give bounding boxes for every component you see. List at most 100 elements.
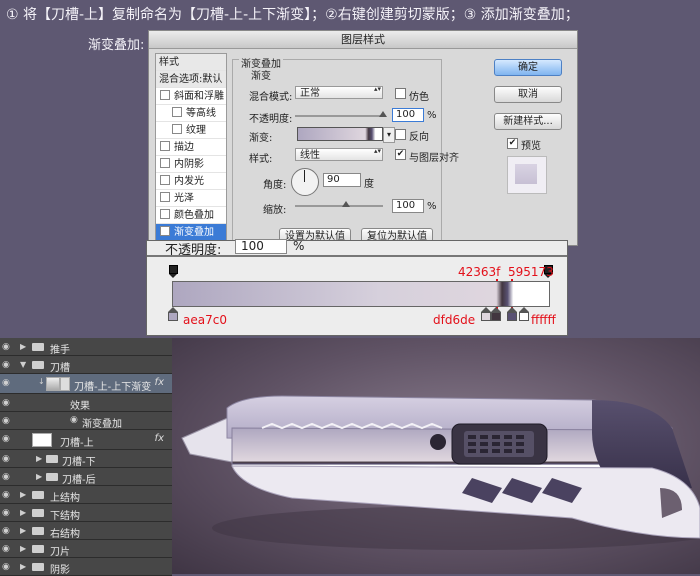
style-item-contour[interactable]: 等高线 <box>156 105 226 122</box>
blending-options-item[interactable]: 混合选项:默认 <box>156 71 226 88</box>
checkbox-icon[interactable] <box>160 141 170 151</box>
gradient-ramp[interactable] <box>172 281 550 307</box>
opacity-slider-knob[interactable] <box>379 111 387 117</box>
eye-icon[interactable]: ◉ <box>2 434 10 444</box>
style-list-header[interactable]: 样式 <box>156 54 226 71</box>
color-stop-dark1[interactable] <box>491 307 501 321</box>
checkbox-icon[interactable] <box>160 158 170 168</box>
style-item-inner-glow[interactable]: 内发光 <box>156 173 226 190</box>
layer-row[interactable]: ◉ ▶ 阴影 <box>0 558 172 576</box>
eye-icon[interactable]: ◉ <box>2 360 10 370</box>
checkbox-icon[interactable] <box>160 192 170 202</box>
checkmark-icon[interactable] <box>160 226 170 236</box>
style-preview-inner <box>515 164 537 184</box>
folder-open-icon <box>32 361 44 369</box>
effect-eye-icon[interactable]: ◉ <box>70 415 78 425</box>
ok-button[interactable]: 确定 <box>494 59 562 76</box>
layer-name: 刀槽 <box>50 363 70 374</box>
layer-name: 刀槽-后 <box>62 475 96 486</box>
chevron-right-icon[interactable]: ▶ <box>20 490 26 499</box>
reverse-checkbox[interactable] <box>395 129 406 140</box>
checkbox-icon[interactable] <box>160 90 170 100</box>
opacity-stop-left[interactable] <box>169 265 178 278</box>
canvas[interactable] <box>172 338 700 574</box>
angle-input[interactable]: 90 <box>323 173 361 187</box>
style-item-inner-shadow[interactable]: 内阴影 <box>156 156 226 173</box>
style-item-bevel[interactable]: 斜面和浮雕 <box>156 88 226 105</box>
chevron-down-icon[interactable]: ▼ <box>20 360 26 369</box>
color-stop-dark2[interactable] <box>507 307 517 321</box>
chevron-right-icon[interactable]: ▶ <box>20 526 26 535</box>
editor-opacity-input[interactable]: 100 <box>235 239 287 254</box>
new-style-button[interactable]: 新建样式... <box>494 113 562 130</box>
checkbox-icon[interactable] <box>172 124 182 134</box>
chevron-right-icon[interactable]: ▶ <box>36 472 42 481</box>
eye-icon[interactable]: ◉ <box>2 454 10 464</box>
eye-icon[interactable]: ◉ <box>2 544 10 554</box>
preview-label: 预览 <box>521 141 541 152</box>
layer-name: 效果 <box>70 401 90 412</box>
eye-icon[interactable]: ◉ <box>2 562 10 572</box>
opacity-label: 不透明度: <box>249 114 293 125</box>
chevron-right-icon[interactable]: ▶ <box>20 508 26 517</box>
color-stop-end[interactable] <box>519 307 529 321</box>
color-label-dark1: 42363f <box>458 265 501 279</box>
style-select[interactable]: 线性 <box>295 148 383 161</box>
angle-dial-needle <box>304 170 305 182</box>
layer-thumbnail <box>32 433 52 447</box>
color-stop-start[interactable] <box>168 307 178 321</box>
opacity-input[interactable]: 100 <box>392 108 424 122</box>
eye-icon[interactable]: ◉ <box>2 342 10 352</box>
eye-icon[interactable]: ◉ <box>2 508 10 518</box>
style-item-color-overlay[interactable]: 颜色叠加 <box>156 207 226 224</box>
eye-icon[interactable]: ◉ <box>2 416 10 426</box>
preview-checkmark-icon[interactable]: ✔ <box>507 138 518 149</box>
layer-row[interactable]: ◉ ▶ 推手 <box>0 338 172 356</box>
layer-row[interactable]: ◉ ▶ 刀片 <box>0 540 172 558</box>
eye-icon[interactable]: ◉ <box>2 398 10 408</box>
eye-icon[interactable]: ◉ <box>2 490 10 500</box>
layer-row[interactable]: ◉ ▶ 上结构 <box>0 486 172 504</box>
style-list: 样式 混合选项:默认 斜面和浮雕 等高线 纹理 描边 内阴影 内发光 光泽 颜色… <box>155 53 227 245</box>
style-item-satin[interactable]: 光泽 <box>156 190 226 207</box>
layer-row[interactable]: ◉ 效果 <box>0 394 172 412</box>
chevron-right-icon[interactable]: ▶ <box>20 562 26 571</box>
eye-icon[interactable]: ◉ <box>2 526 10 536</box>
eye-icon[interactable]: ◉ <box>2 472 10 482</box>
gradient-dropdown-icon[interactable]: ▾ <box>383 127 395 143</box>
angle-dial-icon[interactable] <box>291 168 319 196</box>
checkbox-icon[interactable] <box>160 209 170 219</box>
checkbox-icon[interactable] <box>172 107 182 117</box>
dither-checkbox[interactable] <box>395 88 406 99</box>
layer-row[interactable]: ◉ ▶ 刀槽-后 <box>0 468 172 486</box>
style-item-texture[interactable]: 纹理 <box>156 122 226 139</box>
eye-icon[interactable]: ◉ <box>2 378 10 388</box>
style-item-stroke[interactable]: 描边 <box>156 139 226 156</box>
layer-row-selected[interactable]: ◉ ↓ 刀槽-上-上下渐变 fx <box>0 374 172 394</box>
scale-input[interactable]: 100 <box>392 199 424 213</box>
cancel-button[interactable]: 取消 <box>494 86 562 103</box>
chevron-right-icon[interactable]: ▶ <box>36 454 42 463</box>
gradient-preview-bar[interactable] <box>297 127 383 141</box>
color-stop-mid[interactable] <box>481 307 491 321</box>
section-title: 渐变叠加 <box>239 55 283 70</box>
chevron-right-icon[interactable]: ▶ <box>20 544 26 553</box>
layer-row[interactable]: ◉ ▶ 下结构 <box>0 504 172 522</box>
scale-label: 缩放: <box>263 205 287 216</box>
scale-slider-knob[interactable] <box>342 201 350 207</box>
fx-icon[interactable]: fx <box>155 433 164 444</box>
layer-name: 下结构 <box>50 511 80 522</box>
layer-row[interactable]: ◉ ▶ 右结构 <box>0 522 172 540</box>
screw <box>430 434 446 450</box>
align-checkmark-icon[interactable]: ✔ <box>395 149 406 160</box>
layer-row[interactable]: ◉ ◉ 渐变叠加 <box>0 412 172 430</box>
layer-row[interactable]: ◉ ▶ 刀槽-下 <box>0 450 172 468</box>
checkbox-icon[interactable] <box>160 175 170 185</box>
scale-slider-track[interactable] <box>295 205 383 207</box>
opacity-slider-track[interactable] <box>295 115 383 117</box>
layer-row[interactable]: ◉ 刀槽-上 fx <box>0 430 172 450</box>
blend-mode-select[interactable]: 正常 <box>295 86 383 99</box>
layer-row[interactable]: ◉ ▼ 刀槽 <box>0 356 172 374</box>
fx-icon[interactable]: fx <box>155 377 164 388</box>
chevron-right-icon[interactable]: ▶ <box>20 342 26 351</box>
